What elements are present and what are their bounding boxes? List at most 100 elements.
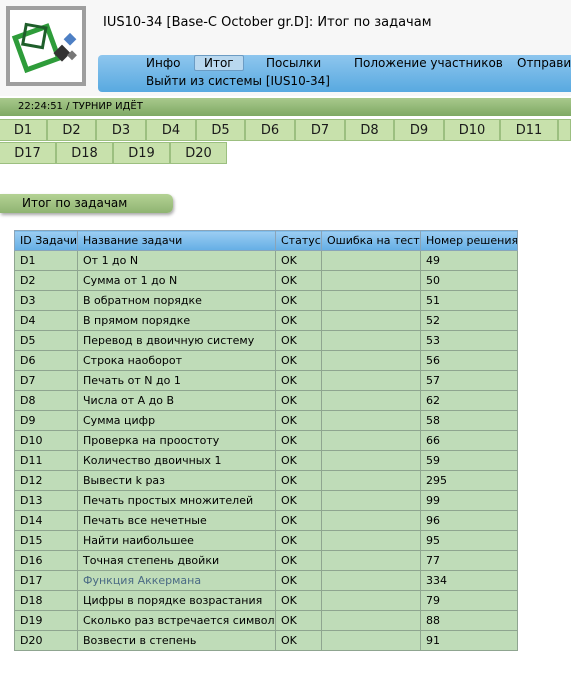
column-header-id[interactable]: ID Задачи [14,230,78,251]
failed-test-cell [321,630,421,651]
table-row: D7 Печать от N до 1 OK 57 [14,370,518,391]
submission-number-cell: 295 [420,470,518,491]
problem-name-cell: Перевод в двоичную систему [77,330,276,351]
submission-number-cell: 79 [420,590,518,611]
failed-test-cell [321,430,421,451]
failed-test-cell [321,410,421,431]
menu-item-standings[interactable]: Положение участников [354,56,503,70]
results-table-body: D1 От 1 до N OK 49 D2 Сумма от 1 до N OK 50 D3 В … [14,250,518,651]
submission-number-cell: 95 [420,530,518,551]
tab-d12[interactable] [558,119,571,141]
tab-d18[interactable]: D18 [56,142,113,164]
table-header-row: ID Задачи Название задачи Статус Ошибка … [14,230,518,251]
problem-id-cell: D11 [14,450,78,471]
tab-d10[interactable]: D10 [444,119,500,141]
menu-item-submit[interactable]: Отправить [517,56,571,70]
logo [6,6,86,86]
tab-d8[interactable]: D8 [345,119,394,141]
problem-id-cell: D1 [14,250,78,271]
logout-link[interactable]: Выйти из системы [IUS10-34] [146,74,330,88]
problem-name-cell: Печать от N до 1 [77,370,276,391]
tab-d7[interactable]: D7 [295,119,345,141]
status-cell: OK [275,510,322,531]
column-header-name[interactable]: Название задачи [77,230,276,251]
submission-number-cell: 51 [420,290,518,311]
status-bar: 22:24:51 / ТУРНИР ИДЁТ [0,98,571,116]
status-cell: OK [275,630,322,651]
status-cell: OK [275,250,322,271]
submission-number-cell: 53 [420,330,518,351]
tab-d1[interactable]: D1 [0,119,47,141]
status-cell: OK [275,410,322,431]
problem-name-cell: Числа от A до B [77,390,276,411]
problem-id-cell: D12 [14,470,78,491]
problem-name-cell: Проверка на проостоту [77,430,276,451]
problem-name-cell: Возвести в степень [77,630,276,651]
problem-id-cell: D3 [14,290,78,311]
submission-number-cell: 57 [420,370,518,391]
status-cell: OK [275,390,322,411]
status-cell: OK [275,430,322,451]
problem-id-cell: D14 [14,510,78,531]
tab-d2[interactable]: D2 [47,119,96,141]
main-menu: Инфо Итог Посылки Положение участников О… [98,55,571,92]
failed-test-cell [321,370,421,391]
submission-number-cell: 96 [420,510,518,531]
problem-name-cell: Точная степень двойки [77,550,276,571]
failed-test-cell [321,310,421,331]
status-cell: OK [275,330,322,351]
menu-item-submissions[interactable]: Посылки [266,56,321,70]
submission-number-cell: 56 [420,350,518,371]
column-header-status[interactable]: Статус [275,230,322,251]
problem-id-cell: D4 [14,310,78,331]
failed-test-cell [321,450,421,471]
failed-test-cell [321,510,421,531]
status-cell: OK [275,490,322,511]
submission-number-cell: 88 [420,610,518,631]
column-header-failed-test[interactable]: Ошибка на тесте [321,230,421,251]
problem-id-cell: D13 [14,490,78,511]
problem-id-cell: D5 [14,330,78,351]
problem-name-cell: Вывести k раз [77,470,276,491]
table-row: D15 Найти наибольшее OK 95 [14,530,518,551]
problem-name-cell[interactable]: Функция Аккермана [77,570,276,591]
problem-id-cell: D10 [14,430,78,451]
tab-d4[interactable]: D4 [146,119,196,141]
failed-test-cell [321,530,421,551]
failed-test-cell [321,610,421,631]
column-header-submission[interactable]: Номер решения [420,230,518,251]
table-row: D9 Сумма цифр OK 58 [14,410,518,431]
problem-id-cell: D17 [14,570,78,591]
problem-id-cell: D2 [14,270,78,291]
submission-number-cell: 52 [420,310,518,331]
failed-test-cell [321,490,421,511]
tab-d17[interactable]: D17 [0,142,56,164]
problem-name-cell: Количество двоичных 1 [77,450,276,471]
menu-item-info[interactable]: Инфо [146,56,180,70]
submission-number-cell: 66 [420,430,518,451]
table-row: D20 Возвести в степень OK 91 [14,630,518,651]
menu-item-summary[interactable]: Итог [194,55,244,71]
tab-d5[interactable]: D5 [196,119,245,141]
submission-number-cell: 77 [420,550,518,571]
tab-d9[interactable]: D9 [394,119,444,141]
problem-name-cell: От 1 до N [77,250,276,271]
problem-id-cell: D9 [14,410,78,431]
status-cell: OK [275,310,322,331]
page-header: IUS10-34 [Base-C October gr.D]: Итог по … [0,0,571,96]
failed-test-cell [321,570,421,591]
status-cell: OK [275,350,322,371]
status-cell: OK [275,470,322,491]
tab-d19[interactable]: D19 [113,142,170,164]
table-row: D6 Строка наоборот OK 56 [14,350,518,371]
status-cell: OK [275,290,322,311]
status-cell: OK [275,450,322,471]
status-cell: OK [275,550,322,571]
contest-status: 22:24:51 / ТУРНИР ИДЁТ [18,101,143,112]
tab-d20[interactable]: D20 [170,142,227,164]
tab-d3[interactable]: D3 [96,119,146,141]
tab-d6[interactable]: D6 [245,119,295,141]
problem-name-cell: В обратном порядке [77,290,276,311]
submission-number-cell: 59 [420,450,518,471]
tab-d11[interactable]: D11 [500,119,558,141]
